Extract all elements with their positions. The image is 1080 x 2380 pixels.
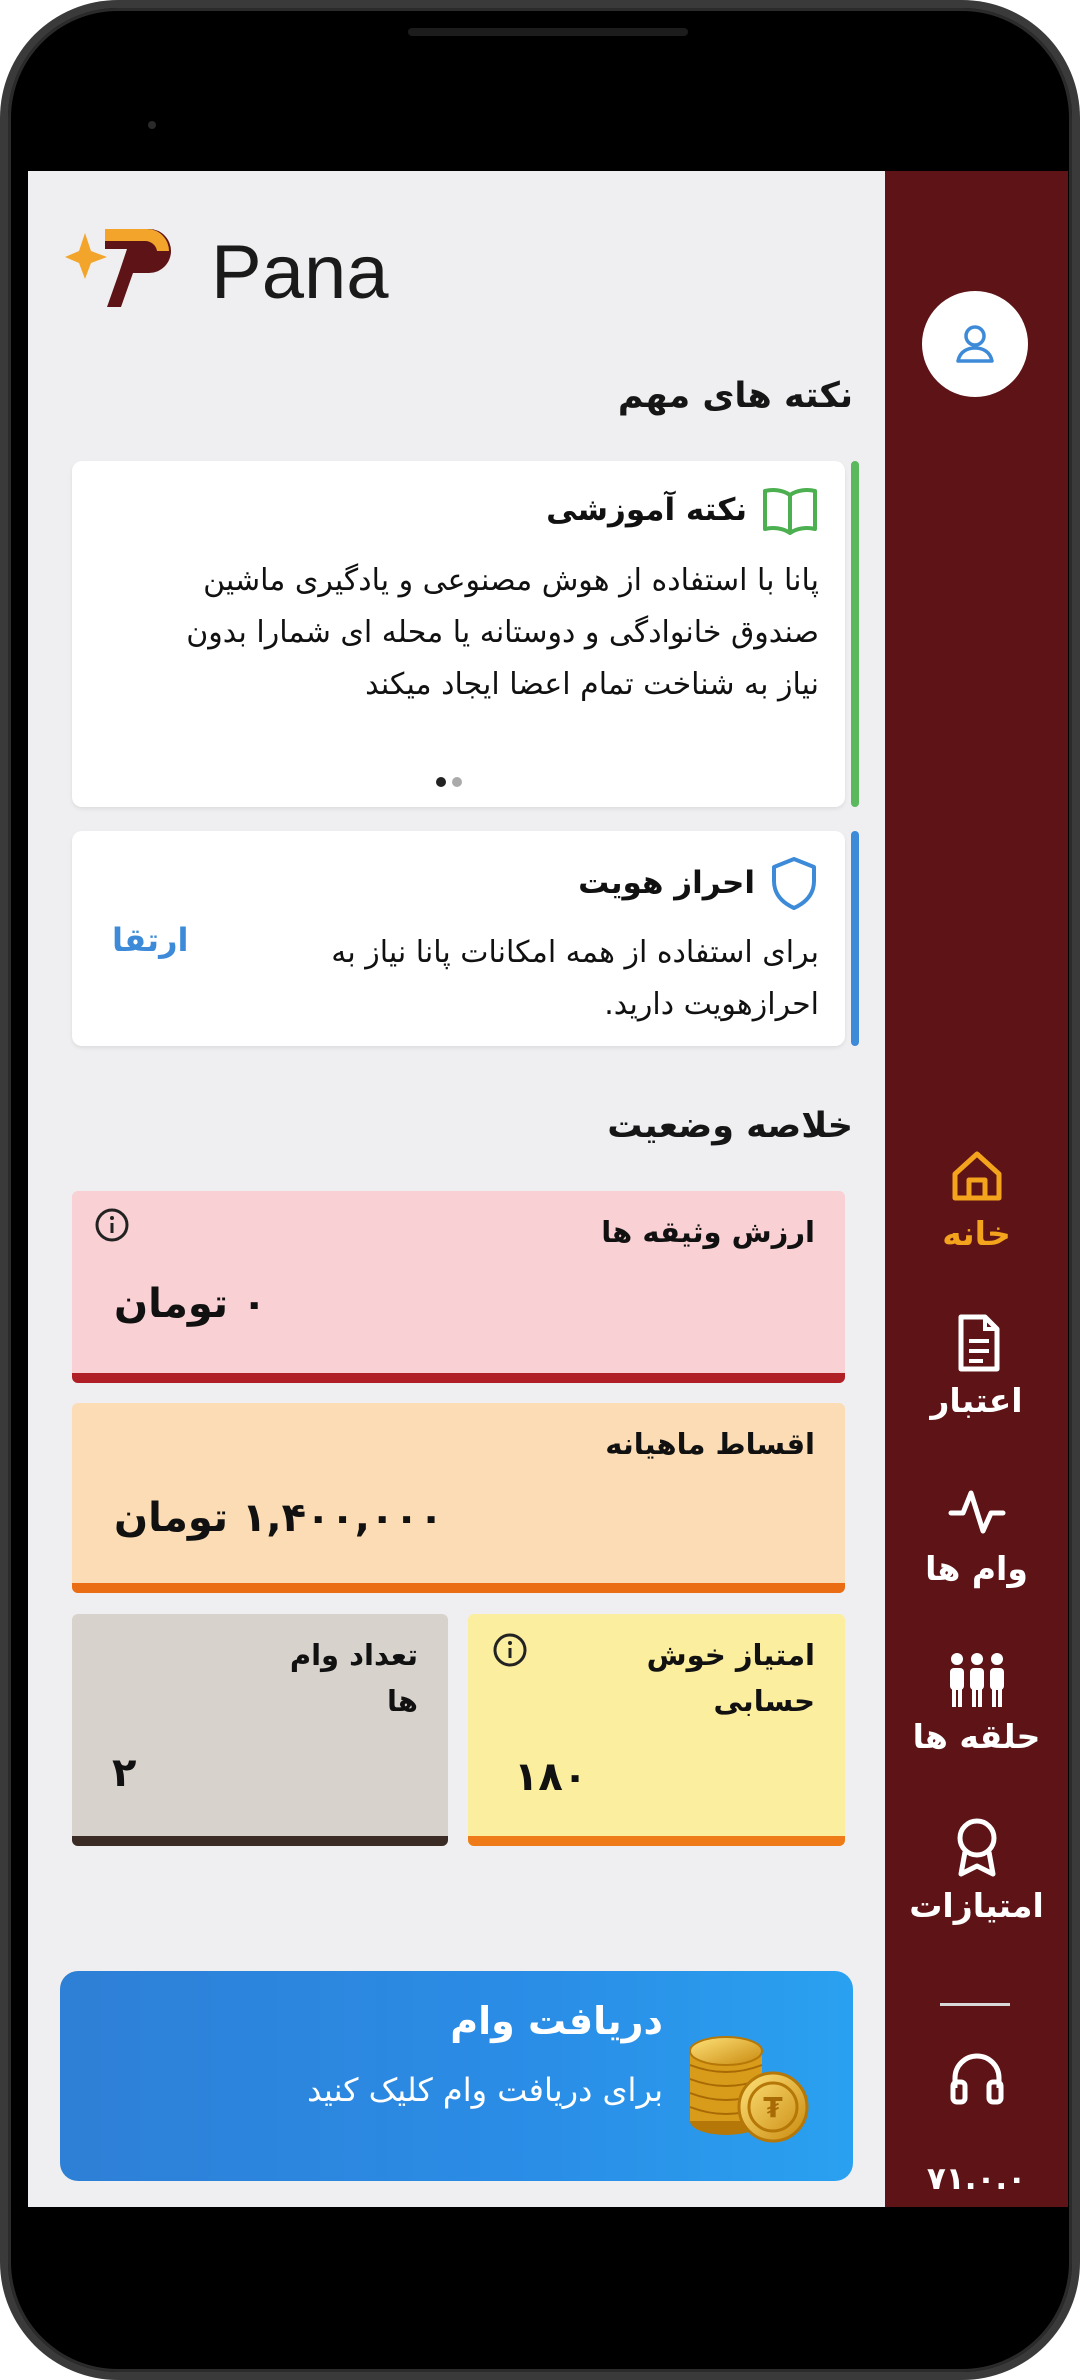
document-icon bbox=[958, 1314, 999, 1372]
headphones-icon bbox=[950, 2053, 1003, 2105]
shield-icon bbox=[772, 857, 816, 910]
award-icon bbox=[957, 1818, 996, 1877]
profile-avatar-button[interactable] bbox=[922, 291, 1028, 397]
nav-label-loans: وام ها bbox=[925, 1549, 1028, 1588]
summary-section-title: خلاصه وضعیت bbox=[607, 1106, 853, 1146]
tips-section-title: نکته های مهم bbox=[617, 376, 853, 416]
score-title: امتیاز خوش حسابی bbox=[646, 1638, 815, 1718]
coins-icon: ₮ bbox=[689, 2036, 809, 2143]
nav-item-home[interactable]: خانه bbox=[885, 1146, 1068, 1253]
info-icon[interactable] bbox=[492, 1632, 528, 1668]
card-accent-bar bbox=[851, 831, 859, 1046]
education-card-title: نکته آموزشی bbox=[546, 492, 747, 528]
logo-text: Pana bbox=[211, 230, 389, 315]
score-value: ۱۸۰ bbox=[514, 1754, 588, 1800]
home-icon bbox=[952, 1151, 1001, 1201]
loan-count-card[interactable]: تعداد وام ها ۲ bbox=[72, 1614, 448, 1846]
education-card-body: پانا با استفاده از هوش مصنوعی و یادگیری … bbox=[186, 563, 819, 702]
nav-item-points[interactable]: امتیازات bbox=[885, 1816, 1068, 1925]
sidebar-divider bbox=[940, 2003, 1010, 2006]
activity-icon bbox=[948, 1490, 1005, 1534]
monthly-installments-card[interactable]: اقساط ماهیانه ۱,۴۰۰,۰۰۰ تومان bbox=[72, 1403, 845, 1593]
people-icon bbox=[949, 1653, 1004, 1707]
card-header: احراز هویت bbox=[578, 855, 819, 911]
book-icon bbox=[763, 488, 817, 535]
sidebar-nav: خانه اعتبار وام ها حلقه ها امتیازات ۷۱.۰… bbox=[885, 171, 1068, 2207]
card-accent-bar bbox=[72, 1373, 845, 1383]
collateral-value: ۰ تومان bbox=[114, 1281, 267, 1327]
collateral-title: ارزش وثیقه ها bbox=[601, 1215, 815, 1249]
nav-item-loans[interactable]: وام ها bbox=[885, 1481, 1068, 1588]
nav-item-credit[interactable]: اعتبار bbox=[885, 1313, 1068, 1420]
identity-verification-card[interactable]: احراز هویت برای استفاده از همه امکانات پ… bbox=[72, 831, 859, 1046]
svg-text:₮: ₮ bbox=[763, 2091, 783, 2124]
banner-subtitle: برای دریافت وام کلیک کنید bbox=[307, 2071, 663, 2109]
nav-label-home: خانه bbox=[942, 1214, 1011, 1253]
carousel-dots[interactable] bbox=[436, 777, 462, 787]
carousel-dot[interactable] bbox=[452, 777, 462, 787]
credit-score-card[interactable]: امتیاز خوش حسابی ۱۸۰ bbox=[468, 1614, 845, 1846]
carousel-dot-active[interactable] bbox=[436, 777, 446, 787]
card-accent-bar bbox=[468, 1836, 845, 1846]
speaker-grille bbox=[408, 28, 688, 36]
education-tip-card[interactable]: نکته آموزشی پانا با استفاده از هوش مصنوع… bbox=[72, 461, 859, 807]
collateral-value-card[interactable]: ارزش وثیقه ها ۰ تومان bbox=[72, 1191, 845, 1383]
main-content: Pana نکته های مهم نکته آموزشی پانا با اس… bbox=[28, 171, 885, 2207]
nav-label-points: امتیازات bbox=[909, 1886, 1044, 1925]
pana-logo-icon bbox=[65, 229, 171, 307]
nav-label-credit: اعتبار bbox=[930, 1381, 1023, 1420]
phone-frame: Pana نکته های مهم نکته آموزشی پانا با اس… bbox=[8, 8, 1072, 2372]
identity-card-title: احراز هویت bbox=[578, 865, 755, 901]
user-icon bbox=[956, 325, 994, 363]
upgrade-link[interactable]: ارتقا bbox=[112, 921, 188, 959]
support-button[interactable] bbox=[885, 2048, 1068, 2108]
card-accent-bar bbox=[72, 1836, 448, 1846]
banner-title: دریافت وام bbox=[450, 1999, 663, 2043]
app-logo: Pana bbox=[61, 211, 391, 321]
info-icon[interactable] bbox=[94, 1207, 130, 1243]
card-accent-bar bbox=[851, 461, 859, 807]
card-accent-bar bbox=[72, 1583, 845, 1593]
loan-count-title: تعداد وام ها bbox=[289, 1638, 418, 1718]
installments-value: ۱,۴۰۰,۰۰۰ تومان bbox=[114, 1495, 444, 1541]
identity-card-body: برای استفاده از همه امکانات پانا نیاز به… bbox=[331, 935, 819, 1022]
app-version: ۷۱.۰.۰ bbox=[926, 2161, 1027, 2197]
loan-count-value: ۲ bbox=[112, 1750, 137, 1796]
installments-title: اقساط ماهیانه bbox=[605, 1427, 815, 1461]
get-loan-banner[interactable]: دریافت وام برای دریافت وام کلیک کنید ₮ bbox=[60, 1971, 853, 2181]
app-screen: Pana نکته های مهم نکته آموزشی پانا با اس… bbox=[28, 171, 1068, 2207]
front-camera bbox=[148, 121, 156, 129]
nav-item-circles[interactable]: حلقه ها bbox=[885, 1649, 1068, 1756]
nav-label-circles: حلقه ها bbox=[912, 1717, 1041, 1756]
card-header: نکته آموزشی bbox=[546, 485, 819, 535]
